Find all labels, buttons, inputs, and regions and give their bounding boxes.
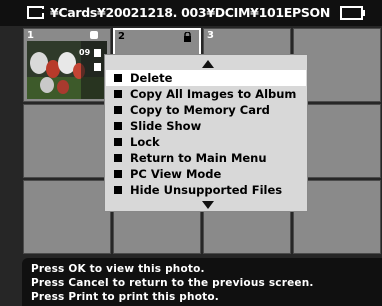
bullet-icon [114,170,122,178]
header-bar: ¥Cards¥20021218. 003¥DCIM¥101EPSON [0,0,382,26]
triangle-up-icon[interactable] [202,60,214,68]
image-count: 09 [79,48,91,57]
menu-item-label: Lock [130,135,160,149]
bullet-icon [114,122,122,130]
menu-item-delete[interactable]: Delete [106,70,306,86]
help-line: Press Cancel to return to the previous s… [31,277,314,289]
memory-card-icon [27,6,44,19]
menu-item-label: Delete [130,71,173,85]
menu-item-label: Slide Show [130,119,202,133]
thumbnail-cell[interactable] [23,180,111,254]
bullet-icon [114,138,122,146]
menu-item-hide-unsupported-files[interactable]: Hide Unsupported Files [106,182,306,198]
thumbnail-number: 1 [27,30,34,41]
bullet-icon [114,106,122,114]
help-text-panel: Press OK to view this photo. Press Cance… [22,258,382,306]
thumbnail-number: 2 [118,31,125,42]
bullet-icon [114,154,122,162]
lock-icon [184,32,191,42]
folder-path: ¥Cards¥20021218. 003¥DCIM¥101EPSON [50,5,331,20]
menu-item-copy-all-to-album[interactable]: Copy All Images to Album [106,86,306,102]
screen: ¥Cards¥20021218. 003¥DCIM¥101EPSON 1 09 [0,0,382,306]
triangle-down-icon[interactable] [202,201,214,209]
print-icon [94,49,101,57]
menu-item-label: Hide Unsupported Files [130,183,283,197]
battery-icon [340,6,365,20]
menu-item-label: Copy All Images to Album [130,87,297,101]
menu-item-lock[interactable]: Lock [106,134,306,150]
help-line: Press Print to print this photo. [31,291,219,303]
copy-icon [94,63,101,71]
menu-item-label: Return to Main Menu [130,151,267,165]
bullet-icon [114,90,122,98]
menu-item-pc-view-mode[interactable]: PC View Mode [106,166,306,182]
thumbnail-cell[interactable]: 1 09 [23,28,111,102]
thumbnail-cell[interactable] [23,104,111,178]
bullet-icon [114,74,122,82]
bullet-icon [114,186,122,194]
thumbnail-number: 3 [207,30,214,41]
menu-item-slide-show[interactable]: Slide Show [106,118,306,134]
help-line: Press OK to view this photo. [31,263,205,275]
context-menu: Delete Copy All Images to Album Copy to … [104,54,308,212]
menu-item-return-to-main-menu[interactable]: Return to Main Menu [106,150,306,166]
lock-icon [90,31,98,39]
menu-item-label: Copy to Memory Card [130,103,270,117]
menu-item-copy-to-memory-card[interactable]: Copy to Memory Card [106,102,306,118]
menu-item-label: PC View Mode [130,167,222,181]
